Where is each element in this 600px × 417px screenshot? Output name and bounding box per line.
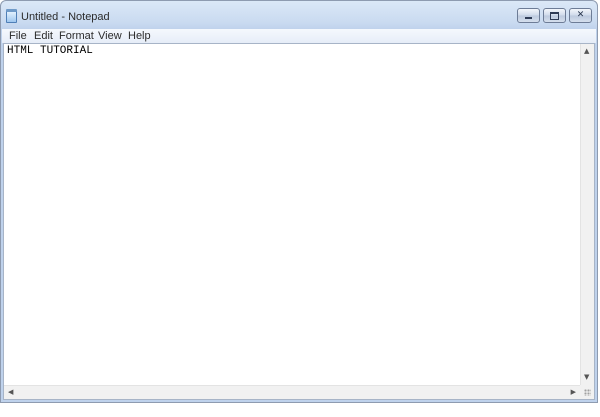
menu-item-format[interactable]: Format <box>59 29 94 43</box>
vertical-scrollbar[interactable]: ▲ ▼ <box>580 44 594 385</box>
menu-item-file[interactable]: File <box>9 29 27 43</box>
minimize-icon <box>525 17 532 19</box>
maximize-icon <box>550 11 559 20</box>
menu-item-help[interactable]: Help <box>128 29 151 43</box>
caption-buttons: ✕ <box>517 8 592 23</box>
text-editor[interactable]: HTML TUTORIAL ▲ ▼ ◀ ▶ <box>3 43 595 400</box>
resize-grip-icon[interactable] <box>580 385 594 399</box>
scroll-left-icon[interactable]: ◀ <box>8 389 13 396</box>
notepad-icon[interactable] <box>6 9 17 23</box>
menu-item-view[interactable]: View <box>98 29 122 43</box>
minimize-button[interactable] <box>517 8 540 23</box>
close-button[interactable]: ✕ <box>569 8 592 23</box>
menu-bar: File Edit Format View Help <box>2 29 596 43</box>
window-title: Untitled - Notepad <box>21 11 110 23</box>
horizontal-scrollbar[interactable]: ◀ ▶ <box>4 385 580 399</box>
document-text[interactable]: HTML TUTORIAL <box>7 45 93 58</box>
title-bar[interactable]: Untitled - Notepad ✕ <box>1 1 597 29</box>
maximize-button[interactable] <box>543 8 566 23</box>
menu-item-edit[interactable]: Edit <box>34 29 53 43</box>
close-icon: ✕ <box>576 10 585 20</box>
scroll-up-icon[interactable]: ▲ <box>584 48 589 55</box>
scroll-right-icon[interactable]: ▶ <box>571 389 576 396</box>
scroll-down-icon[interactable]: ▼ <box>584 374 589 381</box>
notepad-window: Untitled - Notepad ✕ File Edit Format Vi… <box>0 0 598 403</box>
